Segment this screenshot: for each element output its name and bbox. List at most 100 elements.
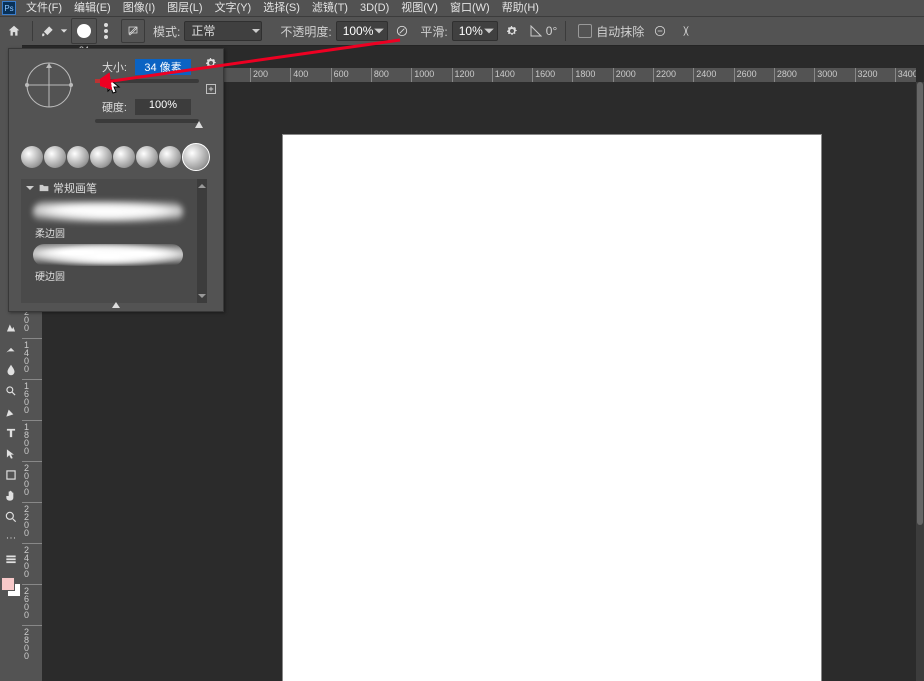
brush-options-button[interactable] [205,57,217,72]
brush-tip[interactable] [67,146,89,168]
blur-tool[interactable] [2,361,20,379]
menu-select[interactable]: 选择(S) [257,0,306,16]
scrollbar-thumb[interactable] [917,82,923,525]
hardness-slider-handle[interactable] [195,121,203,128]
opacity-label: 不透明度: [280,23,331,40]
mode-select[interactable]: 正常 [184,21,262,41]
resize-handle-icon[interactable] [112,302,120,308]
size-input[interactable]: 34 像素 [135,59,191,75]
document-canvas[interactable] [282,134,822,681]
zoom-tool[interactable] [2,508,20,526]
brush-preset-soft-round[interactable] [33,201,183,223]
opacity-value: 100% [343,24,374,38]
dodge-tool[interactable] [2,382,20,400]
vertical-scrollbar[interactable] [916,82,924,681]
angle-value: 0° [546,24,557,38]
brush-preset-label: 硬边圆 [35,268,207,283]
mode-label: 模式: [153,23,180,40]
smoothing-value: 10% [459,24,483,38]
brush-angle-preview[interactable] [23,59,75,111]
menu-bar: Ps 文件(F) 编辑(E) 图像(I) 图层(L) 文字(Y) 选择(S) 滤… [0,0,924,16]
ruler-tick: 3400 [895,68,916,82]
brush-tip[interactable] [44,146,66,168]
brush-folder[interactable]: 常规画笔 [21,179,207,197]
foreground-color-swatch[interactable] [1,577,15,591]
divider [32,21,33,41]
ruler-tick: 1000 [411,68,454,82]
auto-erase-label: 自动抹除 [596,23,644,40]
scroll-up-icon[interactable] [197,181,207,191]
ruler-tick: 3200 [855,68,898,82]
menu-3d[interactable]: 3D(D) [354,0,395,16]
ruler-tick: 2800 [22,625,42,681]
ruler-tick: 2200 [653,68,696,82]
symmetry-button[interactable] [676,21,696,41]
eraser-tool[interactable] [2,340,20,358]
brush-list-scrollbar[interactable] [197,179,207,303]
hardness-label: 硬度: [81,99,127,115]
brush-settings-button[interactable] [121,19,145,43]
ruler-tick: 400 [290,68,333,82]
ruler-tick: 1600 [532,68,575,82]
ruler-tick: 3000 [814,68,857,82]
ruler-tick: 2600 [734,68,777,82]
app-logo: Ps [2,1,16,15]
brush-preset-hard-round[interactable] [33,244,183,266]
brush-folder-label: 常规画笔 [53,180,97,196]
menu-type[interactable]: 文字(Y) [209,0,258,16]
menu-file[interactable]: 文件(F) [20,0,68,16]
brush-tip-selected[interactable] [182,143,210,171]
mode-value: 正常 [191,22,251,40]
hardness-slider-track[interactable] [95,119,199,123]
menu-edit[interactable]: 编辑(E) [68,0,117,16]
tool-preset-dropdown[interactable] [59,27,69,35]
auto-erase-checkbox[interactable]: 自动抹除 [578,23,644,40]
extras-tool[interactable] [2,529,20,547]
menu-help[interactable]: 帮助(H) [496,0,545,16]
menu-window[interactable]: 窗口(W) [444,0,496,16]
brush-tip[interactable] [159,146,181,168]
hardness-input[interactable]: 100% [135,99,191,115]
pen-tool[interactable] [2,403,20,421]
options-bar: 34 模式: 正常 不透明度: 100% 平滑: 10% 0° 自动抹除 [0,16,924,46]
brush-tip[interactable] [90,146,112,168]
ruler-tick: 1400 [492,68,535,82]
menu-image[interactable]: 图像(I) [117,0,161,16]
chevron-down-icon [25,183,35,193]
smoothing-input[interactable]: 10% [452,21,498,41]
brush-preset-popup: 大小: 34 像素 硬度: 100% 常规画笔 柔边圆 硬边圆 [8,48,224,312]
brush-tip[interactable] [21,146,43,168]
folder-icon [39,183,49,193]
brush-tool-icon[interactable] [37,20,59,42]
shape-tool[interactable] [2,466,20,484]
type-tool[interactable] [2,424,20,442]
brush-preview-button[interactable]: 34 [71,18,97,44]
angle-control[interactable]: 0° [530,24,557,38]
opacity-input[interactable]: 100% [336,21,389,41]
pressure-opacity-button[interactable] [392,21,412,41]
brush-dot-icon [77,24,91,38]
brush-panel-toggle[interactable] [99,19,113,43]
path-select-tool[interactable] [2,445,20,463]
checkbox-icon [578,24,592,38]
menu-view[interactable]: 视图(V) [395,0,444,16]
menu-layer[interactable]: 图层(L) [161,0,208,16]
brush-tip[interactable] [113,146,135,168]
hand-tool[interactable] [2,487,20,505]
new-brush-button[interactable] [205,83,217,98]
color-swatches[interactable] [1,577,21,597]
brush-tip-strip [21,145,211,169]
pressure-size-button[interactable] [650,21,670,41]
edit-toolbar-button[interactable] [2,550,20,568]
scroll-down-icon[interactable] [197,291,207,301]
size-label: 大小: [81,59,127,75]
brush-preset-label: 柔边圆 [35,225,207,240]
brush-tip[interactable] [136,146,158,168]
ruler-tick: 2400 [693,68,736,82]
home-button[interactable] [0,17,28,45]
brush-list: 常规画笔 柔边圆 硬边圆 [21,179,207,303]
menu-filter[interactable]: 滤镜(T) [306,0,354,16]
size-slider-handle[interactable] [105,81,113,88]
clone-stamp-tool[interactable] [2,319,20,337]
smoothing-options-button[interactable] [502,21,522,41]
